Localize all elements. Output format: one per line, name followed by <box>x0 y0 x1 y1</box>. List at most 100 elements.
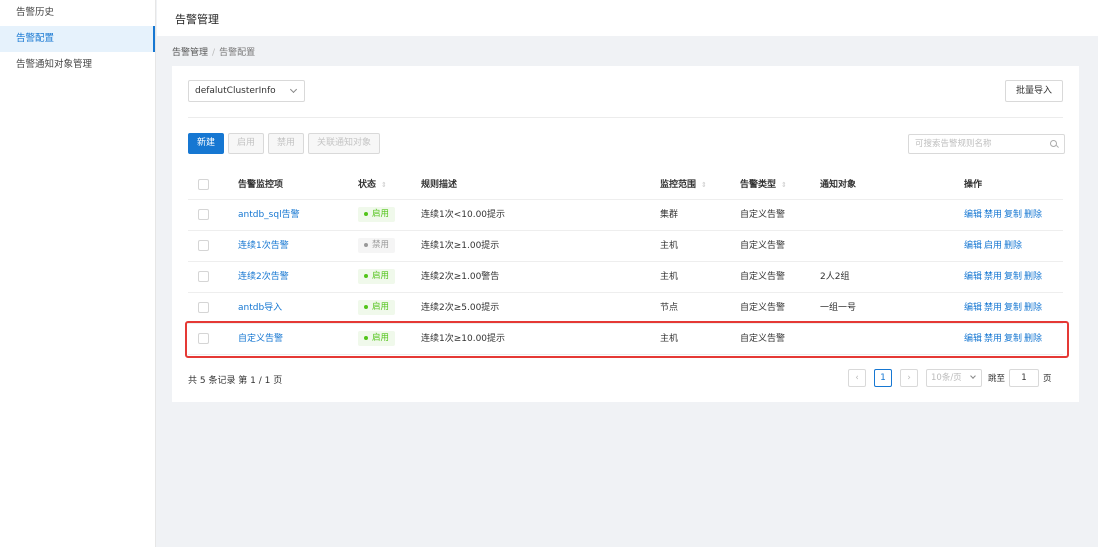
enable-button[interactable]: 启用 <box>228 133 265 154</box>
row-op-button[interactable]: 禁用 <box>984 272 1002 282</box>
row-op-button[interactable]: 复制 <box>1004 272 1022 282</box>
header-scope[interactable]: 监控范围 ⇕ <box>660 170 707 199</box>
header-ops: 操作 <box>964 180 983 190</box>
cluster-select[interactable]: defalutClusterInfo <box>188 80 305 102</box>
status-badge: 启用 <box>358 331 396 346</box>
status-text: 禁用 <box>372 240 390 250</box>
row-op-button[interactable]: 删除 <box>1024 334 1042 344</box>
link-notify-button[interactable]: 关联通知对象 <box>308 133 381 154</box>
row-op-button[interactable]: 复制 <box>1004 303 1022 313</box>
row-op-button[interactable]: 编辑 <box>964 272 982 282</box>
breadcrumb-root[interactable]: 告警管理 <box>172 48 208 58</box>
search-box <box>908 134 1065 154</box>
table-row: antdb导入 启用 连续2次≥5.00提示 节点 自定义告警 一组一号 编辑禁… <box>188 293 1063 324</box>
sidebar: 告警历史 告警配置 告警通知对象管理 <box>0 0 156 547</box>
disable-button[interactable]: 禁用 <box>268 133 305 154</box>
breadcrumb-separator: / <box>212 48 216 58</box>
row-name-link[interactable]: 自定义告警 <box>238 324 283 354</box>
row-op-button[interactable]: 删除 <box>1024 272 1042 282</box>
header-status[interactable]: 状态 ⇕ <box>358 170 387 199</box>
status-dot-icon <box>364 304 368 309</box>
row-op-button[interactable]: 编辑 <box>964 210 982 220</box>
search-icon[interactable] <box>1050 140 1057 147</box>
row-type: 自定义告警 <box>740 210 786 220</box>
row-op-button[interactable]: 禁用 <box>984 334 1002 344</box>
status-dot-icon <box>364 242 368 247</box>
row-desc: 连续1次≥1.00提示 <box>421 241 500 251</box>
search-input[interactable] <box>909 135 1039 153</box>
jump-page-input[interactable] <box>1009 369 1040 387</box>
row-op-button[interactable]: 编辑 <box>964 334 982 344</box>
row-checkbox[interactable] <box>198 209 209 220</box>
status-text: 启用 <box>372 271 390 281</box>
row-checkbox-cell <box>198 293 209 323</box>
row-op-button[interactable]: 复制 <box>1004 210 1022 220</box>
row-ops: 编辑 禁用 复制 删除 <box>964 262 1044 292</box>
row-desc: 连续1次≥10.00提示 <box>421 334 506 344</box>
row-name-link[interactable]: 连续1次告警 <box>238 231 289 261</box>
status-dot-icon <box>364 211 368 216</box>
page-1-button[interactable]: 1 <box>874 369 892 387</box>
header-status-label: 状态 <box>358 180 377 190</box>
cluster-select-value: defalutClusterInfo <box>195 86 276 96</box>
header-name: 告警监控项 <box>238 180 284 190</box>
prev-page-button[interactable]: ‹ <box>848 369 866 387</box>
chevron-down-icon <box>970 373 976 379</box>
row-checkbox-cell <box>198 262 209 292</box>
breadcrumb-current: 告警配置 <box>219 48 256 58</box>
row-scope: 主机 <box>660 241 679 251</box>
toolbar: 新建 启用 禁用 关联通知对象 <box>188 133 384 154</box>
row-status-cell: 禁用 <box>358 231 396 261</box>
batch-import-button[interactable]: 批量导入 <box>1005 80 1063 102</box>
new-button[interactable]: 新建 <box>188 133 225 154</box>
status-text: 启用 <box>372 209 390 219</box>
chevron-down-icon <box>289 85 298 94</box>
row-op-button[interactable]: 禁用 <box>984 210 1002 220</box>
row-scope: 主机 <box>660 272 679 282</box>
row-checkbox[interactable] <box>198 240 209 251</box>
row-desc: 连续2次≥1.00警告 <box>421 272 500 282</box>
row-ops: 编辑 启用 删除 <box>964 231 1024 261</box>
row-checkbox[interactable] <box>198 333 209 344</box>
row-checkbox[interactable] <box>198 271 209 282</box>
page-header: 告警管理 <box>157 0 1098 36</box>
row-op-button[interactable]: 启用 <box>984 241 1002 251</box>
alert-rules-table: 告警监控项 状态 ⇕ 规则描述 监控范围 ⇕ 告警类型 ⇕ 通知对象 操作 antdb… <box>188 170 1063 355</box>
sidebar-item-alert-config[interactable]: 告警配置 <box>0 26 155 52</box>
breadcrumb: 告警管理 / 告警配置 <box>172 45 255 58</box>
header-desc: 规则描述 <box>421 180 458 190</box>
row-type: 自定义告警 <box>740 303 786 313</box>
next-page-button[interactable]: › <box>900 369 918 387</box>
sort-icon[interactable]: ⇕ <box>781 170 787 200</box>
row-ops: 编辑 禁用 复制 删除 <box>964 293 1044 323</box>
row-status-cell: 启用 <box>358 262 396 292</box>
row-ops: 编辑 禁用 复制 删除 <box>964 324 1044 354</box>
sort-icon[interactable]: ⇕ <box>381 170 387 200</box>
table-row: 连续2次告警 启用 连续2次≥1.00警告 主机 自定义告警 2人2组 编辑 禁用… <box>188 262 1063 293</box>
row-name-link[interactable]: 连续2次告警 <box>238 262 289 292</box>
row-checkbox[interactable] <box>198 302 209 313</box>
row-op-button[interactable]: 禁用 <box>984 303 1002 313</box>
sidebar-item-notify-target[interactable]: 告警通知对象管理 <box>0 52 155 78</box>
header-type[interactable]: 告警类型 ⇕ <box>740 170 787 199</box>
table-row: 连续1次告警 禁用 连续1次≥1.00提示 主机 自定义告警 编辑 启用 删除 <box>188 231 1063 262</box>
content-card: defalutClusterInfo 批量导入 新建 启用 禁用 关联通知对象 … <box>172 66 1079 402</box>
row-op-button[interactable]: 删除 <box>1024 303 1042 313</box>
row-notify: 一组一号 <box>820 303 857 313</box>
row-op-button[interactable]: 编辑 <box>964 241 982 251</box>
row-op-button[interactable]: 复制 <box>1004 334 1022 344</box>
row-op-button[interactable]: 删除 <box>1004 241 1022 251</box>
row-op-button[interactable]: 删除 <box>1024 210 1042 220</box>
sort-icon[interactable]: ⇕ <box>701 170 707 200</box>
row-status-cell: 启用 <box>358 293 396 323</box>
select-all-checkbox[interactable] <box>198 179 209 190</box>
row-checkbox-cell <box>198 324 209 354</box>
sidebar-item-alert-history[interactable]: 告警历史 <box>0 0 155 26</box>
row-name-link[interactable]: antdb_sql告警 <box>238 200 300 230</box>
row-op-button[interactable]: 编辑 <box>964 303 982 313</box>
page-title: 告警管理 <box>175 13 219 26</box>
row-name-link[interactable]: antdb导入 <box>238 293 282 323</box>
header-type-label: 告警类型 <box>740 180 777 190</box>
row-ops: 编辑 禁用 复制 删除 <box>964 200 1044 230</box>
page-size-select[interactable]: 10条/页 <box>926 369 982 387</box>
